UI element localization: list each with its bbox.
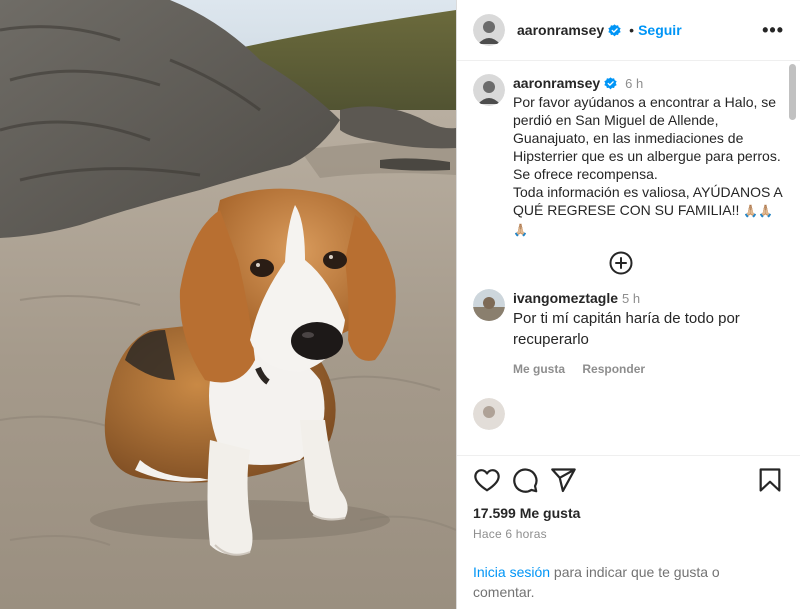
comment-item [457,378,784,430]
commenter-username[interactable]: ivangomeztagle [513,290,618,306]
comment-bubble-icon[interactable] [511,466,539,494]
plus-circle-icon[interactable] [609,251,633,275]
separator-dot: • [629,22,635,38]
load-more-comments[interactable] [457,239,784,279]
scrollbar-thumb[interactable] [789,64,796,120]
login-prompt: Inicia sesión para indicar que te gusta … [473,562,764,602]
comment-actions: Me gusta Responder [513,360,784,378]
commenter-avatar[interactable] [473,398,505,430]
post-header: aaronramsey • Seguir ••• [457,0,800,61]
post-sidebar: aaronramsey • Seguir ••• aaronramsey 6 h… [456,0,800,609]
follow-button[interactable]: Seguir [638,22,682,38]
caption: aaronramsey 6 h Por favor ayúdanos a enco… [457,62,784,239]
likes-count[interactable]: 17.599 Me gusta [457,505,800,521]
caption-timestamp[interactable]: 6 h [625,76,643,91]
comment-body: ivangomeztagle 5 h Por ti mí capitán harí… [513,289,784,378]
heart-icon[interactable] [473,466,501,494]
caption-body: aaronramsey 6 h Por favor ayúdanos a enco… [513,74,784,239]
action-bar [457,456,800,504]
comment-like-button[interactable]: Me gusta [513,362,565,376]
login-link[interactable]: Inicia sesión [473,564,550,580]
comment-reply-button[interactable]: Responder [582,362,645,376]
instagram-post-view: aaronramsey • Seguir ••• aaronramsey 6 h… [0,0,800,609]
comments-scrollbar[interactable] [788,62,796,454]
post-actions-section: 17.599 Me gusta Hace 6 horas Inicia sesi… [457,455,800,609]
post-photo[interactable] [0,0,456,609]
caption-text: Por favor ayúdanos a encontrar a Halo, s… [513,94,782,218]
post-time-ago[interactable]: Hace 6 horas [457,521,800,541]
comment-text: Por ti mí capitán haría de todo por recu… [513,310,740,348]
more-options-icon[interactable]: ••• [762,20,784,41]
comment-timestamp[interactable]: 5 h [622,291,640,306]
author-avatar[interactable] [473,14,505,46]
commenter-avatar[interactable] [473,289,505,321]
comment-item: ivangomeztagle 5 h Por ti mí capitán harí… [457,279,784,378]
verified-badge-icon [604,77,617,90]
author-username[interactable]: aaronramsey [517,22,604,38]
bookmark-icon[interactable] [756,466,784,494]
caption-author-avatar[interactable] [473,74,505,106]
caption-author-username[interactable]: aaronramsey [513,75,600,91]
verified-badge-icon [608,23,621,36]
paper-plane-icon[interactable] [549,466,577,494]
comments-list[interactable]: aaronramsey 6 h Por favor ayúdanos a enco… [457,62,784,454]
